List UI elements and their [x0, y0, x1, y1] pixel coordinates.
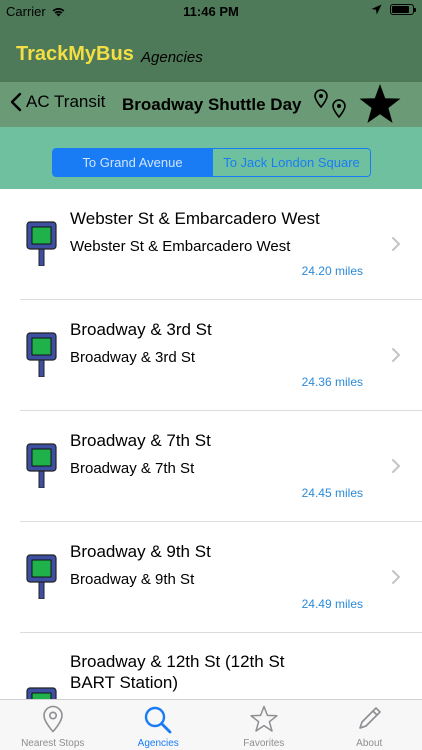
agencies-link[interactable]: Agencies: [141, 49, 203, 66]
pencil-icon: [359, 707, 382, 729]
list-item[interactable]: Webster St & Embarcadero West Webster St…: [0, 189, 422, 300]
status-right: [371, 4, 416, 15]
stop-distance: 24.20 miles: [301, 264, 363, 278]
location-pin-icon: [42, 705, 63, 733]
stop-subtitle: Broadway & 7th St: [70, 460, 195, 477]
list-item[interactable]: Broadway & 3rd St Broadway & 3rd St 24.3…: [0, 300, 422, 411]
tab-label: About: [356, 738, 383, 749]
map-pins-icon[interactable]: [312, 88, 352, 122]
chevron-right-icon: [392, 570, 401, 584]
back-button[interactable]: AC Transit: [10, 92, 105, 112]
tab-label: Favorites: [243, 738, 285, 749]
status-bar: Carrier 11:46 PM: [0, 0, 422, 22]
tab-bar: Nearest Stops Agencies Favorites About: [0, 699, 422, 750]
tab-nearest-stops[interactable]: Nearest Stops: [0, 700, 106, 750]
tab-agencies[interactable]: Agencies: [106, 700, 212, 750]
bus-stop-icon: [26, 443, 57, 488]
chevron-right-icon: [392, 459, 401, 473]
stop-distance: 24.49 miles: [301, 597, 363, 611]
list-item[interactable]: Broadway & 9th St Broadway & 9th St 24.4…: [0, 522, 422, 633]
back-label: AC Transit: [26, 92, 106, 111]
direction-segmented-control: To Grand Avenue To Jack London Square: [52, 148, 371, 177]
stop-list: Webster St & Embarcadero West Webster St…: [0, 189, 422, 699]
tab-label: Nearest Stops: [21, 738, 85, 749]
battery-level: [392, 6, 409, 13]
stop-name: Broadway & 7th St: [70, 431, 211, 450]
stop-name: Broadway & 9th St: [70, 542, 211, 561]
tab-label: Agencies: [137, 738, 179, 749]
stop-name: Broadway & 3rd St: [70, 320, 212, 339]
star-outline-icon: [250, 705, 278, 732]
route-title: Broadway Shuttle Day: [122, 95, 302, 114]
location-arrow-icon: [371, 4, 382, 15]
bus-stop-icon: [26, 221, 57, 266]
tab-about[interactable]: About: [317, 700, 422, 750]
chevron-right-icon: [392, 348, 401, 362]
bus-stop-icon: [26, 332, 57, 377]
app-header: TrackMyBus Agencies: [0, 22, 422, 82]
list-item[interactable]: Broadway & 12th St (12th St BART Station…: [0, 633, 422, 699]
stop-subtitle: Webster St & Embarcadero West: [70, 238, 291, 255]
app-title: TrackMyBus: [16, 43, 134, 65]
bus-stop-icon: [26, 687, 57, 699]
battery-icon: [390, 4, 416, 15]
stop-subtitle: Broadway & 3rd St: [70, 349, 196, 366]
stop-name: Broadway & 12th St (12th St BART Station…: [70, 652, 285, 692]
status-time: 11:46 PM: [183, 4, 239, 19]
direction-selector-area: To Grand Avenue To Jack London Square: [0, 127, 422, 189]
stop-name: Webster St & Embarcadero West: [70, 209, 320, 228]
stop-subtitle: Broadway & 9th St: [70, 571, 195, 588]
search-icon: [145, 706, 172, 734]
list-item[interactable]: Broadway & 7th St Broadway & 7th St 24.4…: [0, 411, 422, 522]
segment-to-jack-london-square[interactable]: To Jack London Square: [212, 149, 370, 176]
stop-distance: 24.45 miles: [301, 486, 363, 500]
bus-stop-icon: [26, 554, 57, 599]
tab-favorites[interactable]: Favorites: [211, 700, 317, 750]
stop-distance: 24.36 miles: [301, 375, 363, 389]
star-icon[interactable]: [358, 83, 402, 125]
segment-to-grand-avenue[interactable]: To Grand Avenue: [53, 149, 212, 176]
chevron-right-icon: [392, 237, 401, 251]
route-header: AC Transit Broadway Shuttle Day: [0, 82, 422, 127]
chevron-left-icon: [10, 92, 22, 112]
